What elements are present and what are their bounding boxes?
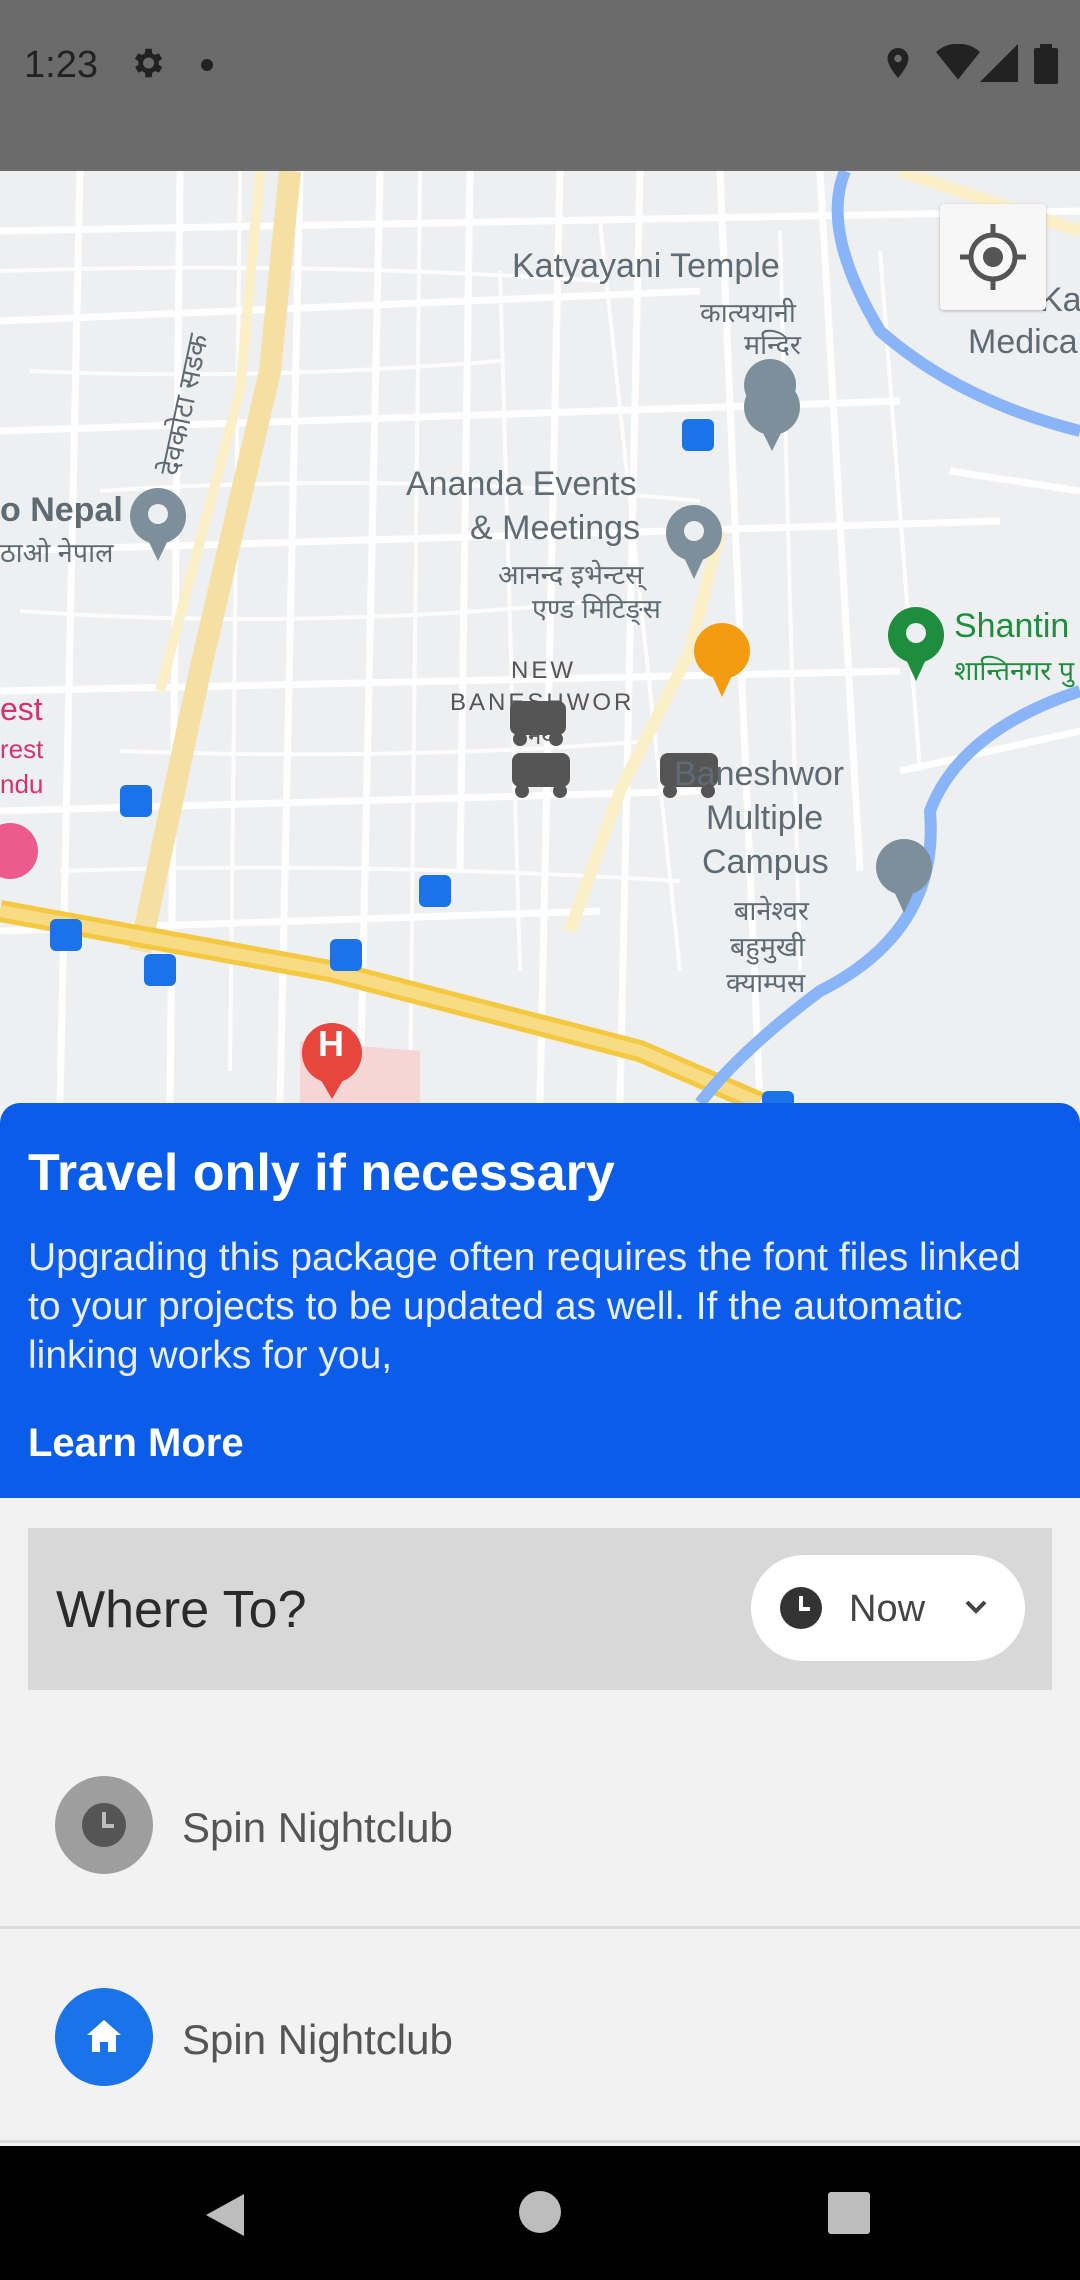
recent-place-label: Spin Nightclub (182, 1804, 453, 1851)
map-label-campus-np3: क्याम्पस (726, 968, 806, 998)
map-label-hospital: H (318, 1023, 344, 1064)
map-label-katyayani: Katyayani Temple (512, 247, 780, 285)
map-label-est2: rest (0, 734, 44, 764)
my-location-button[interactable] (940, 204, 1046, 310)
where-to-search-bar[interactable]: Where To? Now (28, 1528, 1052, 1690)
map-label-shanti-np: शान्तिनगर पु (954, 656, 1075, 686)
signal-icon (980, 44, 1018, 82)
banner-body: Upgrading this package often requires th… (28, 1236, 1021, 1377)
system-navigation-bar (0, 2146, 1080, 2280)
recent-clock-icon (55, 1776, 153, 1874)
map-label-campus-np2: बहुमुखी (730, 932, 805, 962)
clock-icon (780, 1587, 822, 1629)
chevron-down-icon (965, 1600, 987, 1614)
map-label-baneshwor: BANESHWOR (450, 689, 635, 716)
map-label-medica: Medica (968, 323, 1078, 361)
map-label-ananda1: Ananda Events (406, 465, 637, 503)
destination-sheet: Where To? Now Spin Nightclub Spin Nightc… (0, 1498, 1080, 2146)
temple-pin-icon (744, 359, 800, 451)
map-label-ananda-np2: एण्ड मिटिङ्स (532, 594, 661, 624)
home-icon (55, 1988, 153, 2086)
map-label-shanti: Shantin (954, 607, 1070, 645)
campus-pin-icon (876, 839, 932, 913)
recents-icon[interactable] (828, 2192, 870, 2234)
map-label-est3: ndu (0, 769, 44, 799)
map-label-est1: est (0, 691, 43, 727)
status-bar: 1:23 (0, 0, 1080, 171)
map-label-nepal-np: ठाओ नेपाल (0, 538, 114, 568)
map-label-ananda-np1: आनन्द इभेन्टस् (498, 560, 644, 590)
crosshair-icon (960, 224, 1026, 290)
map-label-campus1: Baneshwor (674, 755, 845, 793)
map-label-campus3: Campus (702, 843, 829, 881)
map-label-new: NEW (511, 657, 576, 684)
map-label-ka: Ka (1040, 281, 1080, 319)
list-divider (0, 2140, 1080, 2143)
map-canvas (0, 171, 1080, 1103)
map-label-naya: नया (528, 723, 562, 750)
recent-place-item[interactable]: Spin Nightclub (0, 1722, 1080, 1932)
back-icon[interactable] (200, 2190, 250, 2240)
map-view[interactable]: Katyayani Temple कात्ययानी मन्दिर Ka Med… (0, 171, 1080, 1103)
banner-title: Travel only if necessary (28, 1144, 615, 1202)
map-label-ananda2: & Meetings (470, 509, 641, 547)
hotel-pin-icon (0, 823, 38, 879)
home-place-item[interactable]: Spin Nightclub (0, 1934, 1080, 2144)
map-label-nepal: o Nepal (0, 491, 123, 529)
home-place-label: Spin Nightclub (182, 2016, 453, 2063)
map-label-katyayani-np2: मन्दिर (744, 330, 801, 360)
notification-dot-icon (201, 59, 213, 71)
wifi-icon (936, 44, 980, 80)
time-selector-button[interactable]: Now (751, 1555, 1025, 1661)
travel-advisory-banner: Travel only if necessary Upgrading this … (0, 1103, 1080, 1498)
location-icon (887, 48, 909, 78)
map-label-campus2: Multiple (706, 799, 824, 837)
where-to-label: Where To? (56, 1581, 307, 1639)
learn-more-link[interactable]: Learn More (28, 1421, 244, 1466)
home-nav-icon[interactable] (518, 2190, 562, 2234)
map-label-campus-np1: बानेश्वर (734, 896, 809, 926)
battery-icon (1034, 44, 1058, 84)
list-divider (0, 1926, 1080, 1929)
time-selector-value: Now (849, 1588, 926, 1630)
status-time: 1:23 (24, 44, 98, 86)
settings-icon (134, 48, 163, 78)
